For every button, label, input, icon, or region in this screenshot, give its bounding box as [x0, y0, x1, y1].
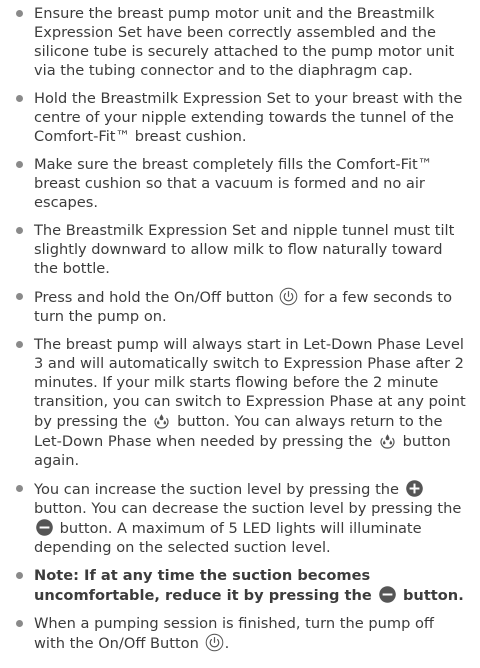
- list-item: Press and hold the On/Off button for a f…: [14, 287, 466, 326]
- power-icon: [205, 633, 224, 652]
- list-item: Make sure the breast completely fills th…: [14, 155, 466, 212]
- list-item: You can increase the suction level by pr…: [14, 479, 466, 557]
- bullet: [16, 161, 23, 168]
- bullet: [16, 620, 23, 627]
- milk-drops-icon: [378, 431, 397, 450]
- plus-circle-icon: [405, 479, 424, 498]
- bullet: [16, 227, 23, 234]
- milk-drops-icon: [152, 411, 171, 430]
- minus-circle-icon: [378, 585, 397, 604]
- bullet: [16, 293, 23, 300]
- bullet: [16, 95, 23, 102]
- list-item: The breast pump will always start in Let…: [14, 335, 466, 470]
- list-item: Note: If at any time the suction becomes…: [14, 566, 466, 605]
- bullet: [16, 485, 23, 492]
- bullet: [16, 341, 23, 348]
- list-item: Hold the Breastmilk Expression Set to yo…: [14, 89, 466, 146]
- bullet: [16, 10, 23, 17]
- list-item: Ensure the breast pump motor unit and th…: [14, 4, 466, 80]
- minus-circle-icon: [35, 518, 54, 537]
- bullet: [16, 572, 23, 579]
- list-item: The Breastmilk Expression Set and nipple…: [14, 221, 466, 278]
- power-icon: [279, 287, 298, 306]
- instruction-list: Ensure the breast pump motor unit and th…: [0, 0, 480, 662]
- list-item: When a pumping session is finished, turn…: [14, 614, 466, 653]
